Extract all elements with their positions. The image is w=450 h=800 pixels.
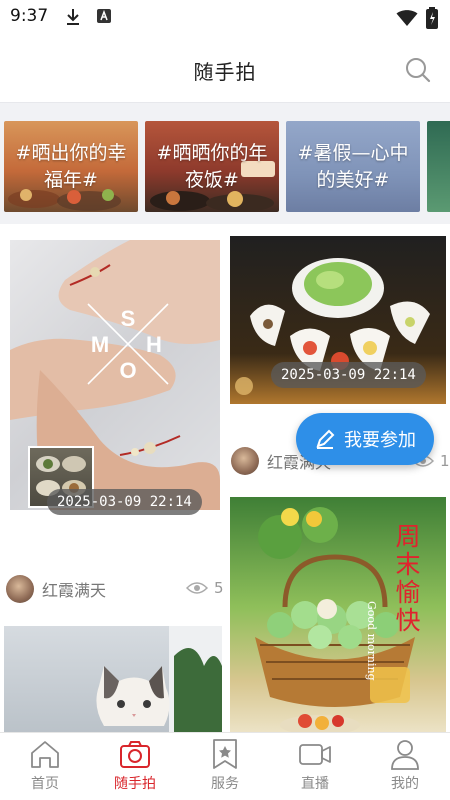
overlay-text: 周末愉快 xyxy=(395,522,421,635)
app-notification-icon xyxy=(96,8,112,28)
feed-photo xyxy=(96,626,222,732)
status-time: 9:37 xyxy=(10,6,49,26)
nav-item-home[interactable]: 首页 xyxy=(0,733,90,800)
pen-icon xyxy=(316,429,335,449)
photo-feed: S H M O 2025-03-09 22:14 红霞满天 5 2025-03-… xyxy=(0,224,450,732)
join-button-label: 我要参加 xyxy=(344,430,416,451)
download-icon xyxy=(64,8,82,30)
nav-label: 我的 xyxy=(391,776,419,792)
topic-card[interactable]: #晒晒你的年夜饭# xyxy=(145,121,279,212)
author-name: 红霞满天 xyxy=(42,581,107,600)
author-row[interactable]: 红霞满天 xyxy=(6,574,106,604)
wifi-icon xyxy=(396,9,418,31)
bottom-nav: 首页 随手拍 服务 直播 我的 xyxy=(0,732,450,800)
battery-icon xyxy=(426,7,438,33)
nav-item-live[interactable]: 直播 xyxy=(270,733,360,800)
svg-text:H: H xyxy=(146,332,162,357)
topic-card[interactable] xyxy=(427,121,450,212)
feed-photo-card[interactable] xyxy=(4,626,222,732)
nav-label: 服务 xyxy=(211,776,239,792)
avatar xyxy=(231,447,259,475)
nav-label: 随手拍 xyxy=(114,776,156,792)
svg-text:M: M xyxy=(91,332,109,357)
overlay-subtext: Good morning xyxy=(365,601,378,681)
topic-label: #暑假—心中的美好# xyxy=(297,142,409,191)
video-icon xyxy=(299,744,331,765)
topic-label: #晒出你的幸福年# xyxy=(15,142,127,191)
photo-timestamp: 2025-03-09 22:14 xyxy=(47,489,202,515)
view-count: 5 xyxy=(186,579,224,597)
photo-timestamp: 2025-03-09 22:14 xyxy=(271,362,426,388)
feed-photo-card[interactable]: 周末愉快 Good morning xyxy=(230,497,446,732)
view-count-value: 1 xyxy=(440,452,450,470)
header: 随手拍 xyxy=(0,34,450,102)
nav-item-profile[interactable]: 我的 xyxy=(360,733,450,800)
search-button[interactable] xyxy=(404,56,432,84)
eye-icon xyxy=(186,582,208,594)
topic-card[interactable]: #晒出你的幸福年# xyxy=(4,121,138,212)
user-icon xyxy=(391,740,419,770)
nav-label: 首页 xyxy=(31,776,59,792)
status-bar: 9:37 xyxy=(0,0,450,34)
page-title: 随手拍 xyxy=(193,60,257,84)
search-icon xyxy=(406,58,431,83)
svg-text:S: S xyxy=(121,306,136,331)
topic-label: #晒晒你的年夜饭# xyxy=(156,142,268,191)
home-icon xyxy=(31,741,59,768)
camera-icon xyxy=(120,741,150,768)
nav-label: 直播 xyxy=(301,776,329,792)
nav-item-snapshot[interactable]: 随手拍 xyxy=(90,733,180,800)
avatar xyxy=(6,575,34,603)
shmo-watermark: S H M O xyxy=(87,303,169,385)
svg-text:O: O xyxy=(119,358,136,383)
topic-card[interactable]: #暑假—心中的美好# xyxy=(286,121,420,212)
nav-item-services[interactable]: 服务 xyxy=(180,733,270,800)
topic-strip: #晒出你的幸福年# #晒晒你的年夜饭# #暑假—心中的美好# xyxy=(0,102,450,224)
view-count-value: 5 xyxy=(214,579,224,597)
join-button[interactable]: 我要参加 xyxy=(296,413,434,465)
bookmark-star-icon xyxy=(213,739,237,769)
